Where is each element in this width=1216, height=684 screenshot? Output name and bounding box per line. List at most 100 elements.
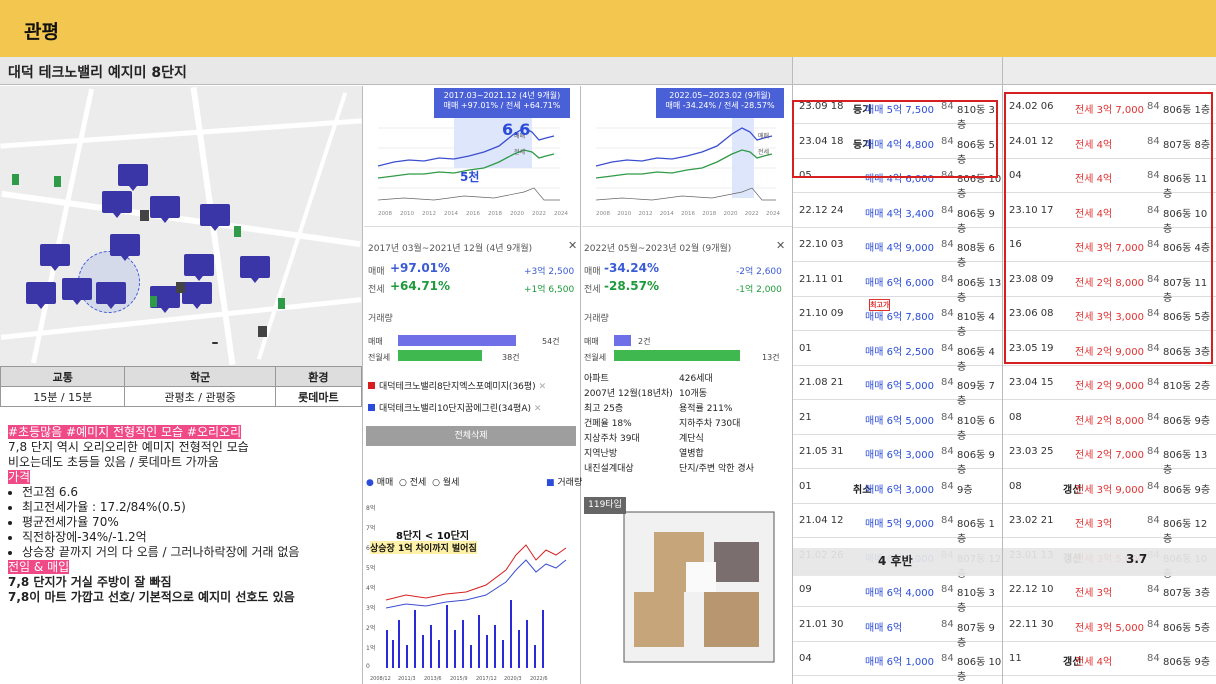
trade-row[interactable]: 08 전세 2억 8,000 84 806동 9층 (1003, 401, 1216, 435)
trade-price: 매매 6억 5,000 (865, 415, 934, 427)
trade-price: 전세 3억 9,000 (1075, 484, 1144, 496)
trade-row[interactable]: 04 매매 6억 1,000 84 806동 10층 (793, 642, 1002, 683)
trade-row[interactable]: 21.11 01 매매 6억 6,000 84 806동 13층 (793, 263, 1002, 304)
radio-selected-icon[interactable]: ● (366, 478, 374, 488)
legend-item[interactable]: 대덕테크노밸리10단지꿈에그린(34평A) ✕ (368, 398, 546, 420)
trade-date: 21.01 30 (799, 618, 844, 630)
trade-area: 84 (1147, 446, 1160, 457)
radio-icon[interactable]: ○ (399, 478, 407, 488)
trade-area: 84 (941, 411, 954, 423)
trade-row[interactable]: 11 갱신 전세 4억 84 806동 9층 (1003, 642, 1216, 676)
map-pin-icon[interactable] (96, 282, 126, 309)
property-title: 대덕 테크노밸리 예지미 8단지 (8, 65, 187, 81)
map-pin-icon[interactable] (102, 191, 132, 218)
map-pin-icon[interactable] (150, 196, 180, 223)
rent-list-header (1002, 57, 1216, 85)
trade-area: 84 (941, 584, 954, 595)
park-icon (54, 176, 61, 187)
clear-all-button[interactable]: 전체삭제 (366, 426, 576, 446)
overlay-rent-text: 3.7 (1126, 552, 1148, 566)
trade-row[interactable]: 21.04 12 매매 5억 9,000 84 806동 1층 (793, 504, 1002, 545)
trade-price: 매매 6억 2,500 (865, 346, 934, 358)
tag-highlight: 전임 & 매입 (8, 560, 70, 574)
trade-price: 전세 2억 8,000 (1075, 415, 1144, 427)
building-icon (176, 282, 185, 293)
trade-row[interactable]: 21.05 31 매매 6억 3,000 84 806동 9층 (793, 435, 1002, 476)
trade-date: 21.10 09 (799, 308, 844, 319)
radio-icon[interactable]: ○ (432, 478, 440, 488)
close-icon[interactable]: ✕ (568, 239, 577, 252)
trade-area: 84 (941, 342, 954, 354)
chart-annotation: 8단지 < 10단지 (396, 531, 470, 542)
info-value: 롯데마트 (274, 386, 363, 407)
map-pin-icon[interactable] (184, 254, 214, 281)
tag-highlight: #초등많음 #예미지 전형적인 모습 #오리오리 (8, 425, 242, 439)
trade-row[interactable]: 01 매매 6억 2,500 84 806동 4층 (793, 332, 1002, 373)
map-pin-icon[interactable] (182, 282, 212, 309)
remove-icon[interactable]: ✕ (534, 404, 542, 414)
trade-price: 매매 6억 3,000 (865, 450, 934, 461)
trade-row[interactable]: 22.12 24 매매 4억 3,400 84 806동 9층 (793, 194, 1002, 235)
note-bullet: 상승장 끝까지 거의 다 오름 / 그러나하락장에 거래 없음 (22, 545, 358, 560)
trade-row[interactable]: 09 매매 6억 4,000 84 810동 3층 (793, 573, 1002, 614)
map-pin-icon[interactable] (40, 244, 70, 271)
park-icon (150, 296, 157, 307)
checkbox-icon[interactable]: ■ (546, 478, 555, 488)
map-pin-icon[interactable] (26, 282, 56, 309)
type-label: 119타입 (584, 497, 626, 514)
highlight-box-rent (1004, 92, 1213, 364)
trade-row[interactable]: 22.12 10 전세 3억 84 807동 3층 (1003, 573, 1216, 607)
period-box: 2017.03~2021.12 (4년 9개월) 매매 +97.01% / 전세… (434, 88, 570, 118)
trade-row[interactable]: 01 취소 매매 6억 3,000 84 9층 (793, 470, 1002, 504)
note-bullet: 직전하장에-34%/-1.2억 (22, 530, 358, 545)
trade-area: 84 (1147, 584, 1160, 595)
close-icon[interactable]: ✕ (776, 239, 785, 252)
trade-date: 23.03 25 (1009, 446, 1054, 457)
trade-row[interactable]: 23.03 25 전세 2억 7,000 84 806동 13층 (1003, 435, 1216, 476)
legend-swatch (368, 404, 375, 411)
page-title: 관평 (24, 21, 59, 43)
svg-text:7억: 7억 (366, 524, 375, 532)
map-pin-icon[interactable] (240, 256, 270, 283)
note-bullet: 전고점 6.6 (22, 485, 358, 500)
trade-date: 01 (799, 480, 812, 492)
trade-row[interactable]: 23.02 21 전세 3억 84 806동 12층 (1003, 504, 1216, 545)
trade-row[interactable]: 22.11 30 전세 3억 5,000 84 806동 5층 (1003, 608, 1216, 642)
map-pin-icon[interactable] (62, 278, 92, 305)
trade-area: 84 (941, 618, 954, 630)
trade-row[interactable]: 21.01 30 매매 6억 84 807동 9층 (793, 608, 1002, 649)
svg-text:0: 0 (366, 663, 370, 670)
trade-row[interactable]: 23.04 15 전세 2억 9,000 84 810동 2층 (1003, 366, 1216, 400)
building-icon (140, 210, 149, 221)
compare-legend: 대덕테크노밸리8단지엑스포예미지(36평) ✕ 대덕테크노밸리10단지꿈에그린(… (368, 376, 546, 420)
svg-text:2008/12: 2008/12 (370, 676, 391, 682)
sale-list-header (792, 57, 1002, 85)
trade-row[interactable]: 08 갱신 전세 3억 9,000 84 806동 9층 (1003, 470, 1216, 504)
map-view[interactable] (0, 86, 362, 366)
legend-item[interactable]: 대덕테크노밸리8단지엑스포예미지(36평) ✕ (368, 376, 546, 398)
note-line: 7,8 단지가 거실 주방이 잘 빠짐 (8, 575, 172, 589)
trade-date: 23.04 15 (1009, 377, 1054, 388)
year-ticks: 2008 2010 2012 2014 2016 2018 2020 2022 2024 (596, 211, 780, 217)
trade-row[interactable]: 21 매매 6억 5,000 84 810동 6층 (793, 401, 1002, 442)
note-line: 비오는데도 초등들 있음 / 롯데마트 가까움 (8, 455, 219, 469)
map-pin-icon[interactable] (200, 204, 230, 231)
tag-highlight: 가격 (8, 470, 31, 484)
map-pin-icon[interactable] (118, 164, 148, 191)
map-pin-icon[interactable] (110, 234, 140, 261)
trade-area: 84 (1147, 515, 1160, 526)
trade-row[interactable]: 22.10 03 매매 4억 9,000 84 808동 6층 (793, 228, 1002, 269)
volume-bar-rent (398, 350, 482, 361)
trade-type-radio: ● 매매 ○ 전세 ○ 월세 ■ 거래량 (366, 478, 583, 488)
trade-date: 21.04 12 (799, 515, 844, 526)
svg-text:2020/3: 2020/3 (504, 676, 522, 682)
chart-annotation: 상승장 1억 차이까지 벌어짐 (370, 541, 477, 554)
svg-text:2억: 2억 (366, 624, 375, 632)
trade-area: 84 (941, 515, 954, 526)
svg-text:2013/6: 2013/6 (424, 676, 442, 682)
trade-row[interactable]: 21.08 21 매매 6억 5,000 84 809동 7층 (793, 366, 1002, 407)
remove-icon[interactable]: ✕ (539, 382, 547, 392)
trade-unit: 810동 2층 (1163, 381, 1211, 392)
svg-text:2022/6: 2022/6 (530, 676, 548, 682)
trade-row[interactable]: 21.10 09 최고가 매매 6억 7,800 84 810동 4층 (793, 297, 1002, 338)
